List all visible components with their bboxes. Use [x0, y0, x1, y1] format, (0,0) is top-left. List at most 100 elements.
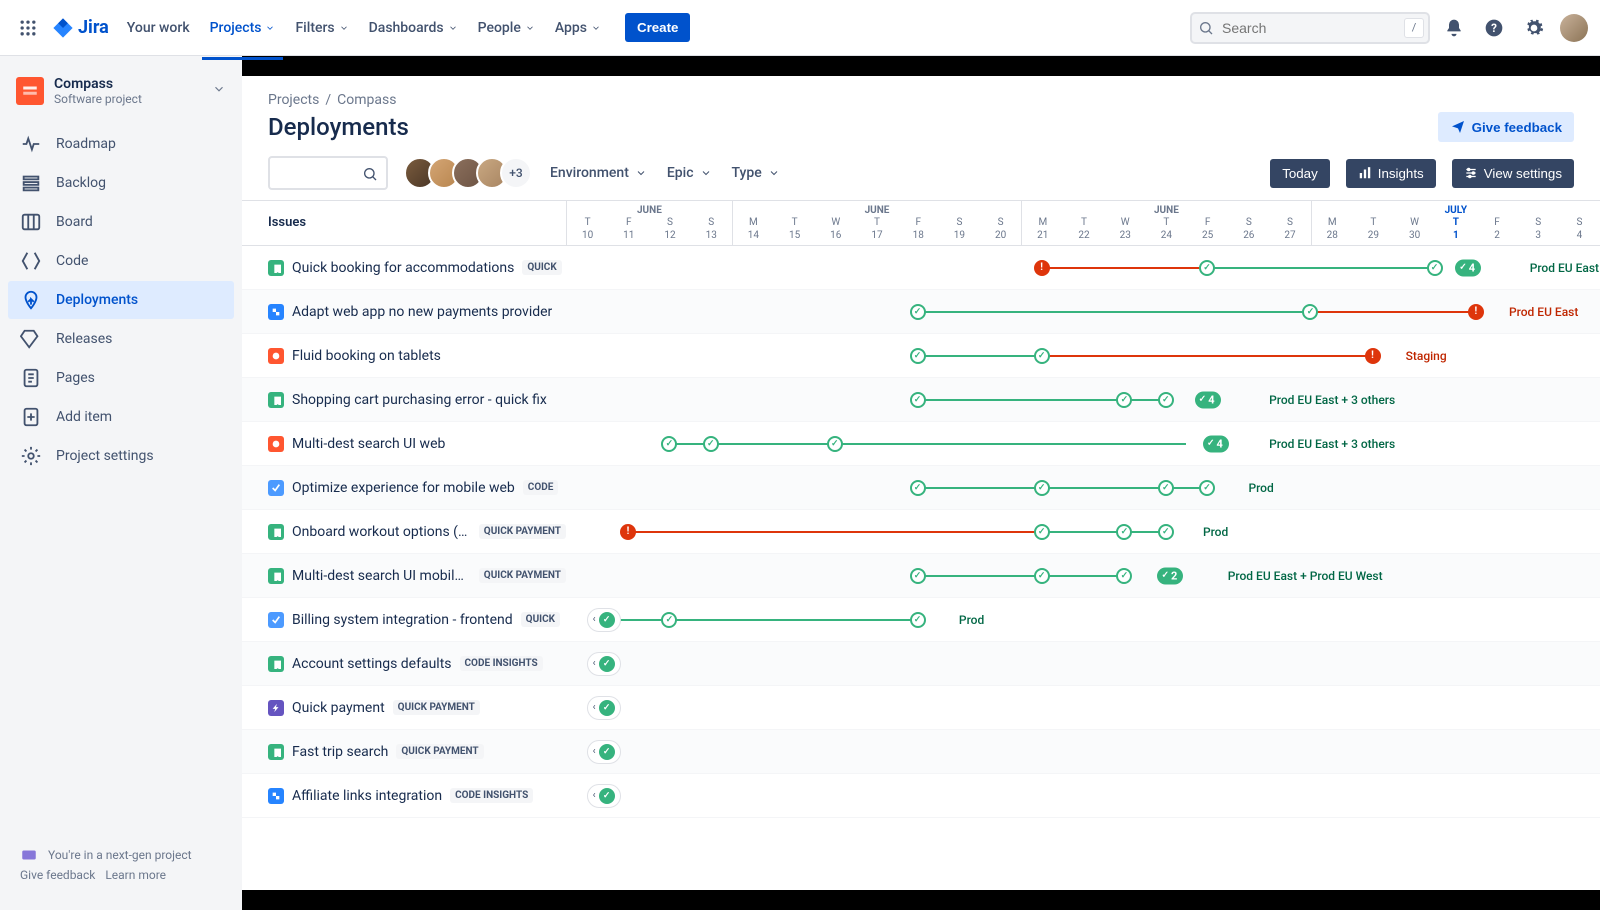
sidebar-item-code[interactable]: Code — [8, 242, 234, 280]
timeline-row[interactable]: Billing system integration - frontendQUI… — [242, 598, 1600, 642]
deployment-success-icon[interactable] — [910, 612, 926, 628]
deployment-success-icon[interactable] — [1116, 392, 1132, 408]
sidebar-item-pages[interactable]: Pages — [8, 359, 234, 397]
deployment-success-icon[interactable] — [1427, 260, 1443, 276]
sidebar-item-backlog[interactable]: Backlog — [8, 164, 234, 202]
search-icon — [362, 166, 378, 186]
give-feedback-button[interactable]: Give feedback — [1438, 112, 1574, 142]
deployment-success-icon[interactable] — [1034, 480, 1050, 496]
deployment-success-icon[interactable] — [661, 612, 677, 628]
jira-logo[interactable]: Jira — [52, 17, 109, 39]
timeline-row[interactable]: Onboard workout options (OWO)QUICK PAYME… — [242, 510, 1600, 554]
deployment-success-icon[interactable] — [910, 392, 926, 408]
deployment-success-icon[interactable] — [1034, 524, 1050, 540]
page-title: Deployments — [268, 113, 409, 141]
bell-icon[interactable] — [1438, 12, 1470, 44]
deployment-fail-icon[interactable] — [1468, 304, 1484, 320]
environment-label: Staging — [1406, 349, 1447, 363]
environment-label: Prod EU East + 3 others — [1530, 261, 1600, 275]
create-button[interactable]: Create — [625, 13, 691, 42]
deployment-success-icon[interactable] — [1302, 304, 1318, 320]
timeline-row[interactable]: Quick paymentQUICK PAYMENT‹✓ — [242, 686, 1600, 730]
deployment-success-icon[interactable] — [703, 436, 719, 452]
nav-item-apps[interactable]: Apps — [547, 14, 609, 42]
deployment-success-icon[interactable] — [910, 348, 926, 364]
timeline-row[interactable]: Account settings defaultsCODE INSIGHTS‹✓ — [242, 642, 1600, 686]
environment-filter[interactable]: Environment — [548, 159, 649, 187]
deployment-success-icon[interactable] — [1116, 568, 1132, 584]
deployment-success-icon[interactable] — [910, 480, 926, 496]
timeline-row[interactable]: Multi-dest search UI mobilewebQUICK PAYM… — [242, 554, 1600, 598]
sidebar-item-releases[interactable]: Releases — [8, 320, 234, 358]
issue-tag: QUICK PAYMENT — [479, 568, 566, 583]
collapsed-deployment-pill[interactable]: ‹✓ — [587, 696, 621, 720]
timeline-row[interactable]: Fluid booking on tabletsStaging — [242, 334, 1600, 378]
deployment-success-icon[interactable] — [1158, 480, 1174, 496]
collapsed-deployment-pill[interactable]: ‹✓ — [587, 784, 621, 808]
sidebar-item-deployments[interactable]: Deployments — [8, 281, 234, 319]
search-input[interactable] — [1190, 12, 1430, 44]
deployment-success-icon[interactable] — [827, 436, 843, 452]
timeline-row[interactable]: Fast trip searchQUICK PAYMENT‹✓ — [242, 730, 1600, 774]
deployment-success-icon[interactable] — [1158, 392, 1174, 408]
sidebar-item-add-item[interactable]: Add item — [8, 398, 234, 436]
settings-icon[interactable] — [1518, 12, 1550, 44]
issue-type-icon — [268, 700, 284, 716]
learn-more-link[interactable]: Learn more — [105, 868, 166, 882]
help-icon[interactable]: ? — [1478, 12, 1510, 44]
issue-type-icon — [268, 524, 284, 540]
app-switcher-icon[interactable] — [12, 12, 44, 44]
user-avatar[interactable] — [1560, 14, 1588, 42]
collapsed-deployment-pill[interactable]: ‹✓ — [587, 608, 621, 632]
deployment-fail-icon[interactable] — [1365, 348, 1381, 364]
timeline-row[interactable]: Multi-dest search UI web4Prod EU East + … — [242, 422, 1600, 466]
assignee-filter[interactable]: +3 — [404, 157, 532, 189]
deployment-fail-icon[interactable] — [1034, 260, 1050, 276]
nav-item-filters[interactable]: Filters — [287, 14, 356, 42]
timeline-row[interactable]: Optimize experience for mobile webCODEPr… — [242, 466, 1600, 510]
deployment-success-icon[interactable] — [910, 568, 926, 584]
view-settings-button[interactable]: View settings — [1452, 159, 1574, 188]
deployment-success-icon[interactable] — [1199, 260, 1215, 276]
sidebar-item-board[interactable]: Board — [8, 203, 234, 241]
sidebar-item-roadmap[interactable]: Roadmap — [8, 125, 234, 163]
nav-item-dashboards[interactable]: Dashboards — [361, 14, 466, 42]
deployment-success-icon[interactable] — [1034, 568, 1050, 584]
issue-tag: QUICK PAYMENT — [396, 744, 483, 759]
timeline: Issues JUNET10F11S12S13JUNEM14T15W16T17F… — [242, 200, 1600, 890]
sidebar-item-project-settings[interactable]: Project settings — [8, 437, 234, 475]
filter-search[interactable] — [268, 156, 388, 190]
nav-item-people[interactable]: People — [470, 14, 543, 42]
today-button[interactable]: Today — [1270, 159, 1330, 188]
deployment-count-badge[interactable]: 4 — [1455, 259, 1481, 276]
issue-type-icon — [268, 392, 284, 408]
deployment-count-badge[interactable]: 4 — [1203, 435, 1229, 452]
issue-tag: CODE INSIGHTS — [460, 656, 543, 671]
collapsed-deployment-pill[interactable]: ‹✓ — [587, 740, 621, 764]
deployment-success-icon[interactable] — [910, 304, 926, 320]
deployment-success-icon[interactable] — [1116, 524, 1132, 540]
collapsed-deployment-pill[interactable]: ‹✓ — [587, 652, 621, 676]
timeline-row[interactable]: Shopping cart purchasing error - quick f… — [242, 378, 1600, 422]
deployment-success-icon[interactable] — [661, 436, 677, 452]
nav-item-your-work[interactable]: Your work — [119, 14, 198, 42]
deployment-success-icon[interactable] — [1034, 348, 1050, 364]
deployment-success-icon[interactable] — [1199, 480, 1215, 496]
search-box[interactable]: / — [1190, 12, 1430, 44]
timeline-row[interactable]: Quick booking for accommodationsQUICK4Pr… — [242, 246, 1600, 290]
issue-tag: QUICK PAYMENT — [479, 524, 566, 539]
timeline-row[interactable]: Affiliate links integrationCODE INSIGHTS… — [242, 774, 1600, 818]
deployment-success-icon[interactable] — [1158, 524, 1174, 540]
issue-type-icon — [268, 260, 284, 276]
timeline-row[interactable]: Adapt web app no new payments providerPr… — [242, 290, 1600, 334]
deployment-count-badge[interactable]: 4 — [1195, 391, 1221, 408]
insights-button[interactable]: Insights — [1346, 159, 1436, 188]
deployment-count-badge[interactable]: 2 — [1157, 567, 1183, 584]
epic-filter[interactable]: Epic — [665, 159, 714, 187]
type-filter[interactable]: Type — [730, 159, 782, 187]
breadcrumb[interactable]: Projects/Compass — [268, 92, 1574, 108]
give-feedback-link[interactable]: Give feedback — [20, 868, 95, 882]
project-switcher[interactable]: Compass Software project — [8, 76, 234, 124]
deployment-fail-icon[interactable] — [620, 524, 636, 540]
nav-item-projects[interactable]: Projects — [202, 14, 284, 42]
